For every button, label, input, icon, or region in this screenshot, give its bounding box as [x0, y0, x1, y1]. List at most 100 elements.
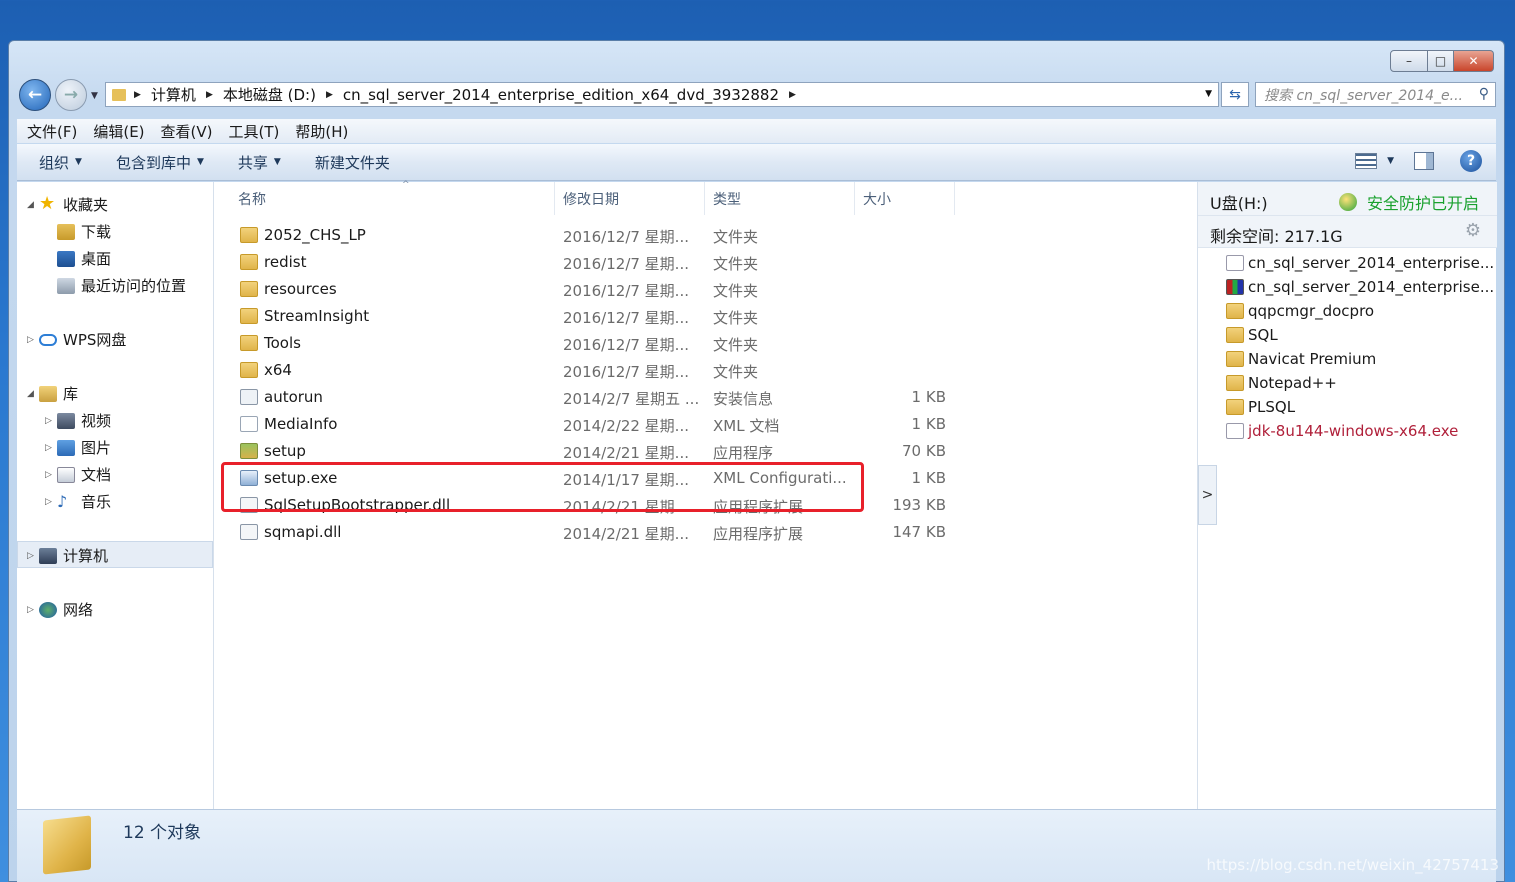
- expand-pane-button[interactable]: >: [1198, 465, 1217, 525]
- menu-tools[interactable]: 工具(T): [229, 121, 280, 142]
- column-header-type[interactable]: 类型: [705, 182, 855, 215]
- expand-arrow-icon[interactable]: ▷: [27, 551, 39, 561]
- nav-music[interactable]: ▷ ♪ 音乐: [45, 491, 111, 512]
- minimize-button[interactable]: –: [1390, 50, 1428, 72]
- file-size: 70 KB: [902, 442, 946, 460]
- nav-downloads[interactable]: 下载: [57, 221, 111, 242]
- help-icon[interactable]: ?: [1460, 150, 1482, 172]
- nav-recent[interactable]: 最近访问的位置: [57, 275, 186, 296]
- file-row[interactable]: 2052_CHS_LP 2016/12/7 星期... 文件夹: [214, 222, 964, 248]
- chevron-right-icon[interactable]: ▶: [789, 90, 796, 100]
- file-name[interactable]: setup: [240, 442, 306, 460]
- drive-item[interactable]: Notepad++: [1226, 374, 1337, 392]
- maximize-button[interactable]: □: [1428, 50, 1454, 72]
- caret-down-icon[interactable]: ▼: [1387, 156, 1394, 166]
- view-options-icon[interactable]: [1355, 153, 1378, 169]
- file-row[interactable]: sqmapi.dll 2014/2/21 星期... 应用程序扩展 147 KB: [214, 519, 964, 545]
- breadcrumb-computer[interactable]: 计算机: [151, 84, 196, 105]
- jdk-file-icon: [1226, 423, 1244, 439]
- drive-item[interactable]: SQL: [1226, 326, 1278, 344]
- expand-arrow-icon[interactable]: ▷: [45, 470, 57, 480]
- refresh-button[interactable]: ⇆: [1221, 82, 1249, 107]
- file-name[interactable]: Tools: [240, 334, 301, 352]
- downloads-icon: [57, 223, 75, 240]
- drive-item[interactable]: PLSQL: [1226, 398, 1295, 416]
- chevron-right-icon[interactable]: ▶: [134, 90, 141, 100]
- chevron-right-icon[interactable]: ▶: [206, 90, 213, 100]
- nav-network[interactable]: ▷ 网络: [27, 599, 93, 620]
- file-date: 2016/12/7 星期...: [563, 228, 689, 246]
- protection-status[interactable]: 安全防护已开启: [1338, 190, 1479, 214]
- nav-label: 计算机: [63, 547, 109, 565]
- search-icon[interactable]: ⚲: [1479, 86, 1489, 102]
- expand-arrow-icon[interactable]: ◢: [27, 389, 39, 399]
- nav-desktop[interactable]: 桌面: [57, 248, 111, 269]
- menu-edit[interactable]: 编辑(E): [93, 121, 144, 142]
- expand-arrow-icon[interactable]: ▷: [27, 335, 39, 345]
- menu-file[interactable]: 文件(F): [27, 121, 77, 142]
- new-folder-button[interactable]: 新建文件夹: [315, 152, 390, 173]
- file-name[interactable]: redist: [240, 253, 306, 271]
- breadcrumb-current-folder[interactable]: cn_sql_server_2014_enterprise_edition_x6…: [343, 86, 779, 104]
- drive-item[interactable]: cn_sql_server_2014_enterprise...: [1226, 278, 1494, 296]
- breadcrumb-drive-d[interactable]: 本地磁盘 (D:): [223, 84, 316, 105]
- close-button[interactable]: ✕: [1454, 50, 1494, 72]
- file-list: ^ 名称 修改日期 类型 大小 2052_CHS_LP 2016/12/7 星期.…: [214, 180, 1196, 809]
- file-name[interactable]: MediaInfo: [240, 415, 337, 433]
- drive-item[interactable]: Navicat Premium: [1226, 350, 1376, 368]
- gear-icon[interactable]: ⚙: [1465, 220, 1481, 241]
- column-header-name[interactable]: ^ 名称: [230, 180, 555, 215]
- nav-favorites[interactable]: ◢ ★ 收藏夹: [27, 194, 108, 215]
- nav-pictures[interactable]: ▷ 图片: [45, 437, 111, 458]
- file-date: 2016/12/7 星期...: [563, 282, 689, 300]
- include-library-button[interactable]: 包含到库中 ▼: [116, 152, 204, 173]
- menu-help[interactable]: 帮助(H): [295, 121, 348, 142]
- file-row[interactable]: autorun 2014/2/7 星期五 ... 安装信息 1 KB: [214, 384, 964, 410]
- shield-icon: [1338, 193, 1357, 211]
- drive-item[interactable]: jdk-8u144-windows-x64.exe: [1226, 422, 1458, 440]
- menu-view[interactable]: 查看(V): [161, 121, 213, 142]
- share-button[interactable]: 共享 ▼: [238, 152, 281, 173]
- expand-arrow-icon[interactable]: ▷: [45, 443, 57, 453]
- preview-pane-icon[interactable]: [1414, 152, 1434, 170]
- column-header-date[interactable]: 修改日期: [555, 182, 705, 215]
- organize-button[interactable]: 组织 ▼: [39, 152, 82, 173]
- back-button[interactable]: ←: [19, 79, 51, 111]
- file-name[interactable]: 2052_CHS_LP: [240, 226, 366, 244]
- dll-icon: [240, 524, 258, 540]
- video-icon: [57, 412, 75, 429]
- forward-button[interactable]: →: [55, 79, 87, 111]
- file-name[interactable]: resources: [240, 280, 337, 298]
- file-row[interactable]: resources 2016/12/7 星期... 文件夹: [214, 276, 964, 302]
- file-type: 文件夹: [713, 336, 759, 354]
- nav-documents[interactable]: ▷ 文档: [45, 464, 111, 485]
- nav-libraries[interactable]: ◢ 库: [27, 383, 78, 404]
- nav-wps[interactable]: ▷ WPS网盘: [27, 329, 126, 350]
- recent-pages-dropdown[interactable]: ▼: [91, 91, 98, 101]
- expand-arrow-icon[interactable]: ◢: [27, 200, 39, 210]
- file-name[interactable]: StreamInsight: [240, 307, 369, 325]
- address-bar[interactable]: ▶ 计算机 ▶ 本地磁盘 (D:) ▶ cn_sql_server_2014_e…: [105, 82, 1219, 107]
- nav-computer[interactable]: ▷ 计算机: [27, 545, 108, 566]
- expand-arrow-icon[interactable]: ▷: [45, 497, 57, 507]
- drive-item[interactable]: cn_sql_server_2014_enterprise...: [1226, 254, 1494, 272]
- file-row[interactable]: Tools 2016/12/7 星期... 文件夹: [214, 330, 964, 356]
- search-input[interactable]: 搜索 cn_sql_server_2014_e... ⚲: [1255, 82, 1496, 107]
- chevron-down-icon[interactable]: ▼: [1205, 89, 1212, 99]
- file-row[interactable]: StreamInsight 2016/12/7 星期... 文件夹: [214, 303, 964, 329]
- file-name[interactable]: x64: [240, 361, 292, 379]
- nav-videos[interactable]: ▷ 视频: [45, 410, 111, 431]
- file-date: 2014/2/21 星期...: [563, 525, 689, 543]
- file-row[interactable]: MediaInfo 2014/2/22 星期... XML 文档 1 KB: [214, 411, 964, 437]
- file-row[interactable]: x64 2016/12/7 星期... 文件夹: [214, 357, 964, 383]
- file-name[interactable]: sqmapi.dll: [240, 523, 341, 541]
- file-name[interactable]: autorun: [240, 388, 323, 406]
- drive-item[interactable]: qqpcmgr_docpro: [1226, 302, 1374, 320]
- column-header-size[interactable]: 大小: [855, 182, 955, 215]
- file-row[interactable]: redist 2016/12/7 星期... 文件夹: [214, 249, 964, 275]
- file-row[interactable]: setup 2014/2/21 星期... 应用程序 70 KB: [214, 438, 964, 464]
- drive-header: U盘(H:) 安全防护已开启 剩余空间: 217.1G ⚙: [1198, 182, 1497, 248]
- expand-arrow-icon[interactable]: ▷: [27, 605, 39, 615]
- chevron-right-icon[interactable]: ▶: [326, 90, 333, 100]
- expand-arrow-icon[interactable]: ▷: [45, 416, 57, 426]
